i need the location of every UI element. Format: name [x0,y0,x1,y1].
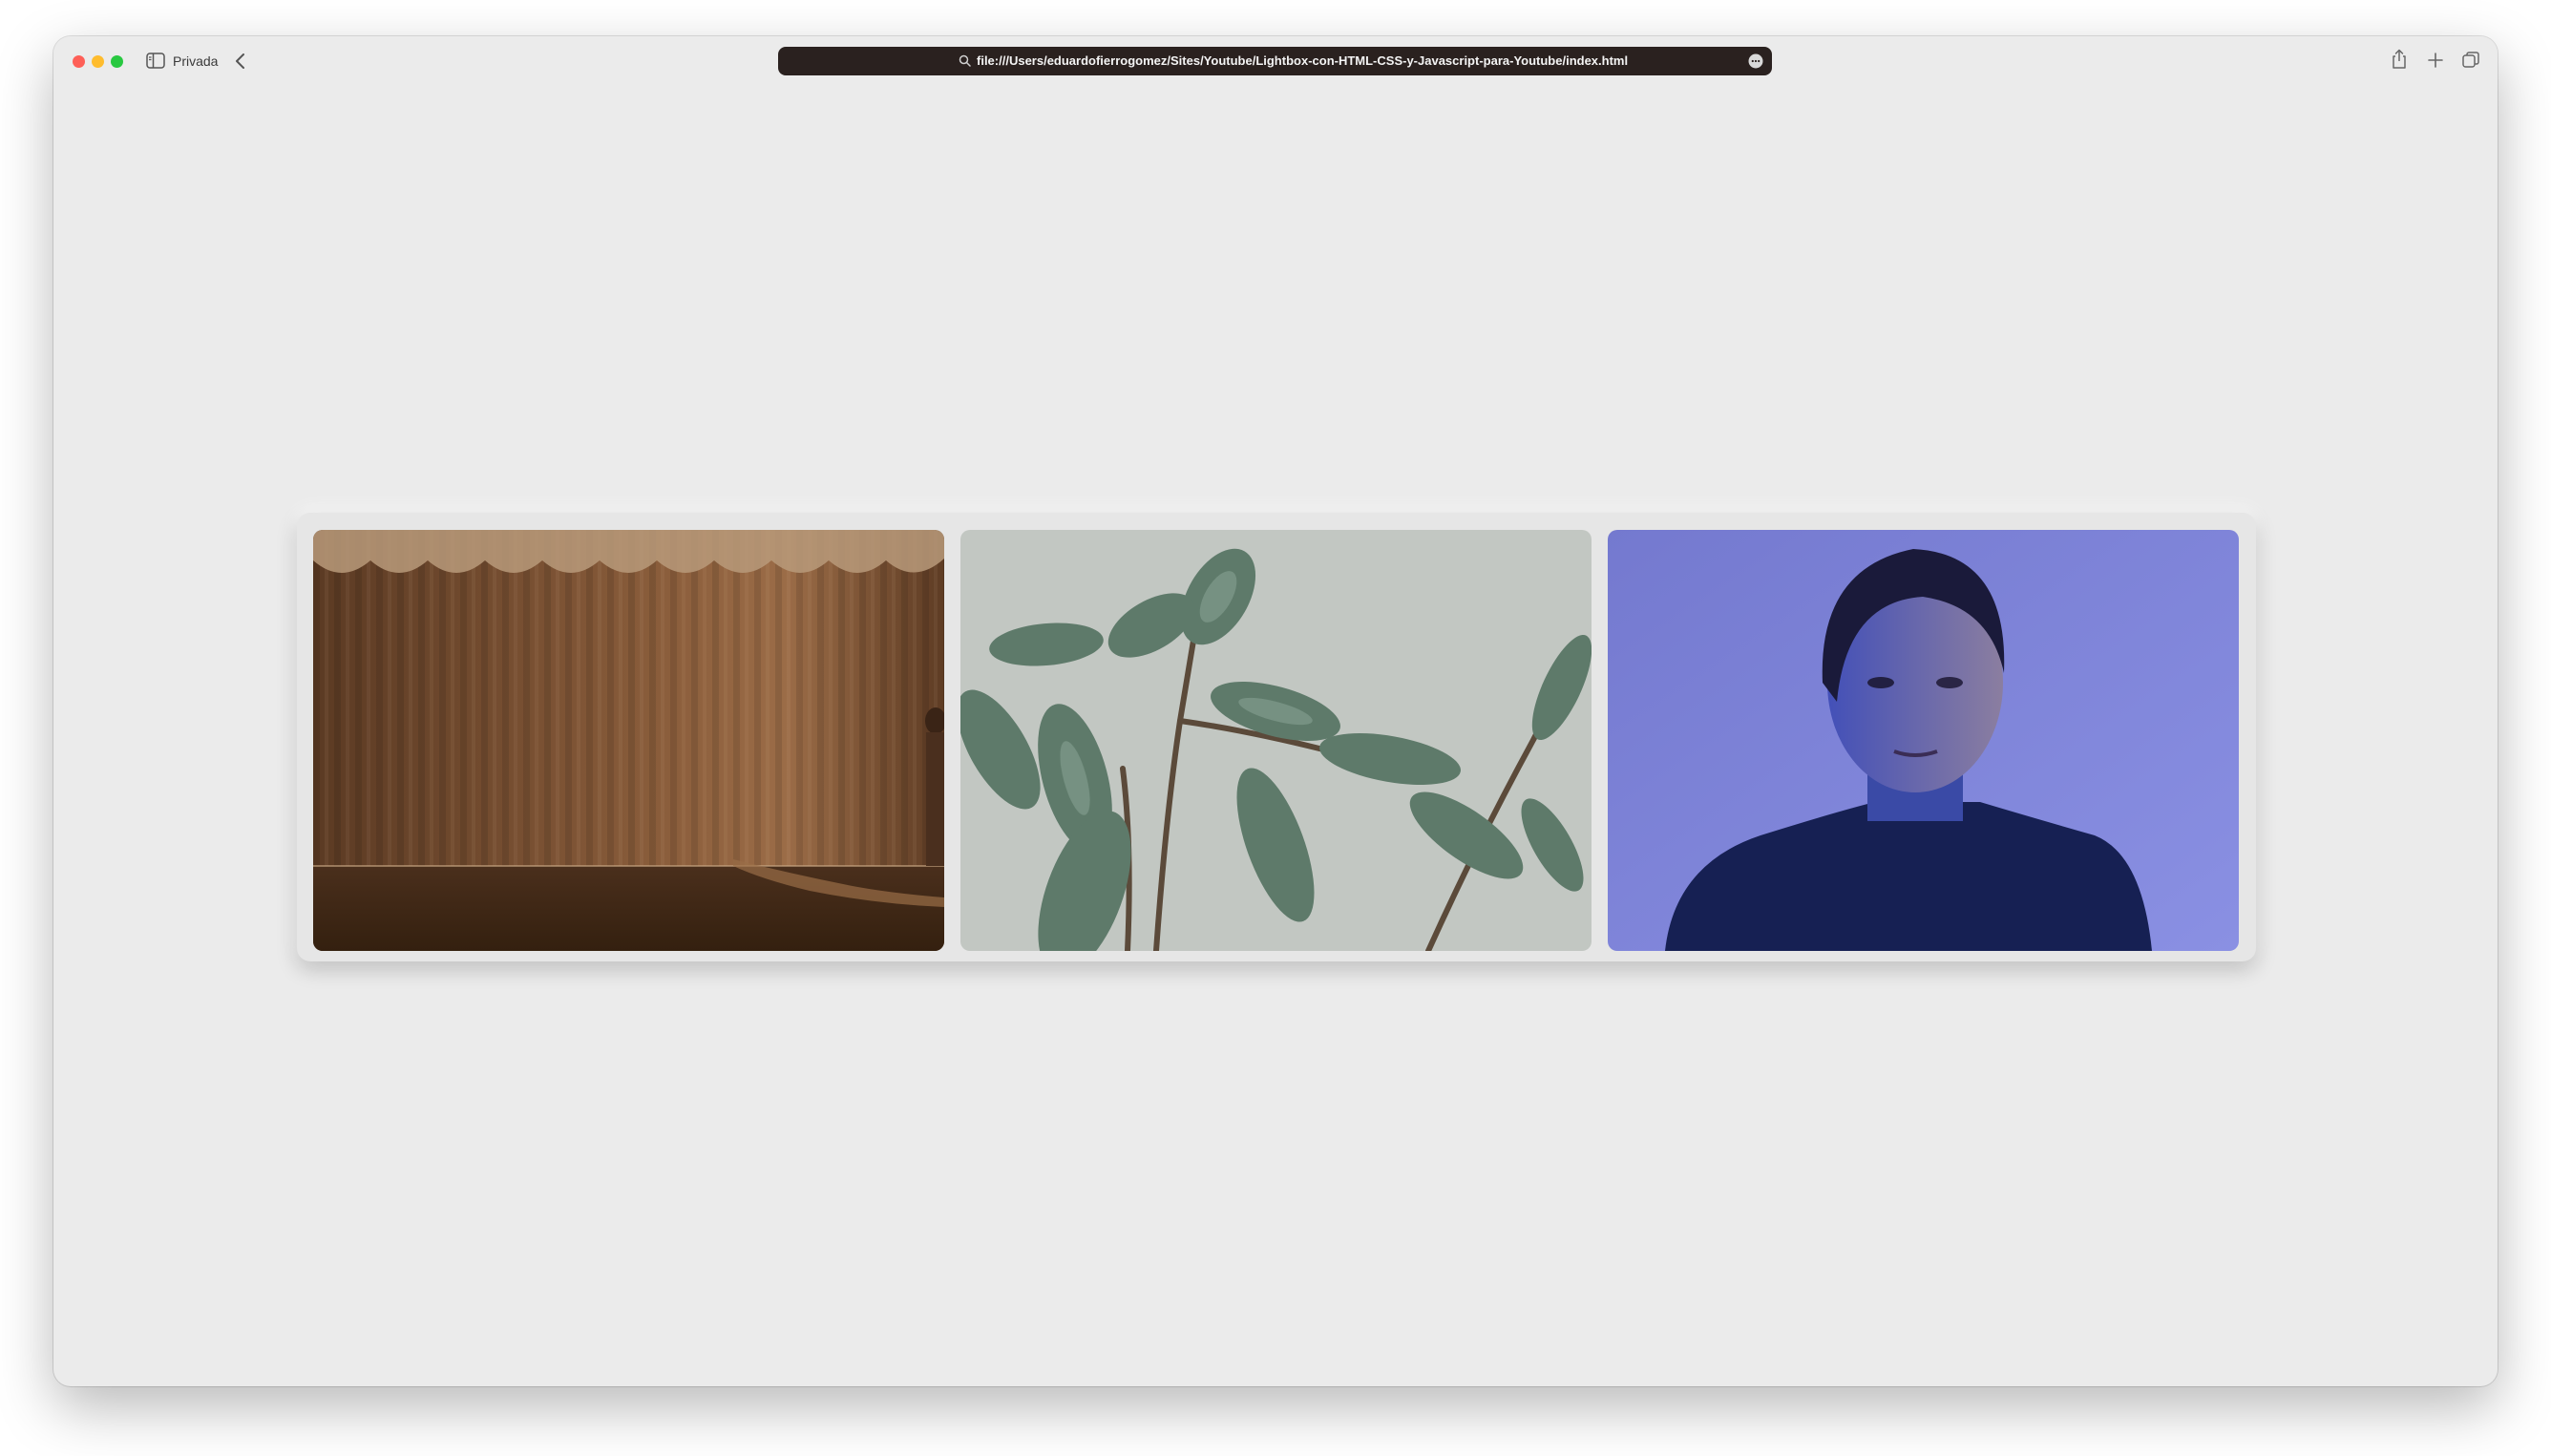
image-gallery [297,513,2256,961]
more-options-icon[interactable] [1748,53,1763,69]
search-icon [958,53,973,69]
new-tab-icon[interactable] [2426,51,2445,70]
woman-portrait-photo[interactable] [1608,530,2239,951]
rubber-plant-photo[interactable] [960,530,1592,951]
private-browsing-label: Privada [173,53,219,69]
minimize-window-button[interactable] [92,55,104,68]
address-bar-url[interactable]: file:///Users/eduardofierrogomez/Sites/Y… [977,53,1628,69]
sidebar-icon[interactable] [146,53,165,69]
browser-window: Privada file:///Users/eduardofierrogomez… [53,36,2498,1386]
back-button[interactable] [231,51,250,72]
address-bar[interactable]: file:///Users/eduardofierrogomez/Sites/Y… [778,47,1772,75]
close-window-button[interactable] [73,55,85,68]
stage-curtain-photo[interactable] [313,530,944,951]
share-icon[interactable] [2390,48,2409,71]
maximize-window-button[interactable] [111,55,123,68]
tab-overview-icon[interactable] [2460,50,2481,71]
browser-toolbar: Privada file:///Users/eduardofierrogomez… [53,36,2498,86]
